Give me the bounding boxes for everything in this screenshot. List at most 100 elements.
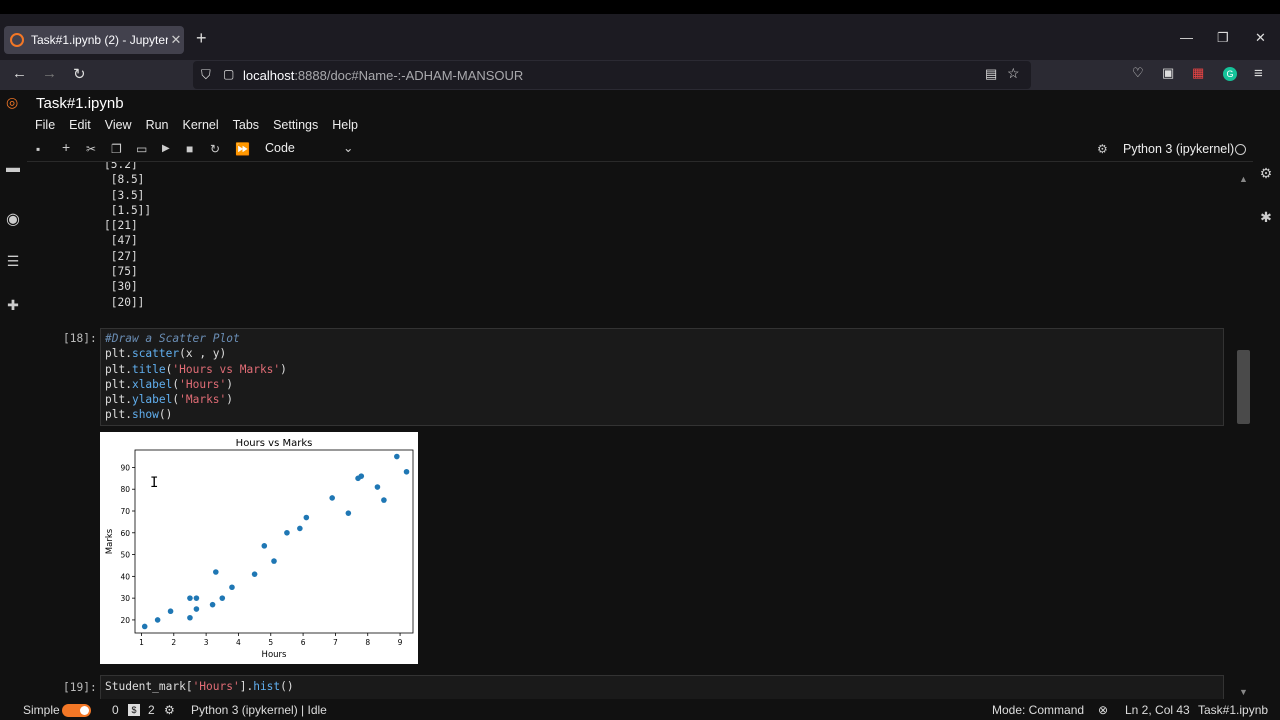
insert-cell-icon[interactable]: + bbox=[62, 139, 70, 155]
kernel-status-text[interactable]: Python 3 (ipykernel) | Idle bbox=[191, 703, 327, 717]
cell-prompt: [18]: bbox=[63, 332, 97, 345]
cell-output-text: [5.2] [8.5] [3.5] [1.5]] [[21] [47] [27]… bbox=[104, 162, 152, 309]
menu-view[interactable]: View bbox=[105, 118, 132, 132]
code-token: () bbox=[158, 408, 173, 422]
forward-icon[interactable]: → bbox=[42, 65, 57, 82]
jupyter-header: ◎ Task#1.ipynb File Edit View Run Kernel Tabs… bbox=[0, 90, 1280, 137]
data-point bbox=[358, 473, 365, 479]
back-icon[interactable]: ← bbox=[12, 65, 27, 82]
restart-icon[interactable]: ↻ bbox=[210, 142, 220, 156]
grammarly-icon[interactable]: G bbox=[1223, 67, 1237, 81]
code-token: plt. bbox=[105, 393, 132, 407]
reader-view-icon[interactable]: ▤ bbox=[985, 66, 997, 82]
scroll-up-icon[interactable]: ▲ bbox=[1239, 174, 1248, 184]
data-point bbox=[329, 495, 335, 501]
folder-icon[interactable]: ▬ bbox=[5, 159, 21, 175]
scatter-chart: Hours vs Marks Hours Marks 1 2 3 4 5 6 7 8 9 20 30 40 5… bbox=[105, 438, 414, 660]
running-kernels-icon[interactable]: ◉ bbox=[5, 209, 21, 228]
close-window-icon[interactable]: ✕ bbox=[1255, 30, 1266, 46]
lsp-status-icon[interactable]: ⊗ bbox=[1098, 703, 1108, 717]
addon-icon[interactable]: ▦ bbox=[1192, 65, 1204, 81]
code-token: ylabel bbox=[131, 393, 173, 407]
menu-run[interactable]: Run bbox=[146, 118, 169, 132]
data-point bbox=[261, 543, 268, 549]
code-cell[interactable]: #Draw a Scatter Plot plt.scatter(x , y) pl… bbox=[100, 328, 1224, 426]
scroll-down-icon[interactable]: ▼ bbox=[1239, 687, 1248, 697]
property-inspector-icon[interactable]: ⚙ bbox=[1258, 165, 1274, 181]
run-icon[interactable]: ▶ bbox=[162, 143, 170, 154]
reload-icon[interactable]: ↻ bbox=[73, 65, 86, 83]
jupyter-logo-icon[interactable]: ◎ bbox=[6, 94, 20, 112]
notebook-title: Task#1.ipynb bbox=[36, 95, 124, 112]
pocket-icon[interactable]: ♡ bbox=[1132, 65, 1144, 81]
data-point bbox=[219, 595, 226, 601]
paste-icon[interactable]: ▭ bbox=[136, 142, 147, 156]
code-line: #Draw a Scatter Plot bbox=[101, 331, 1223, 346]
code-token: ]. bbox=[239, 680, 254, 693]
code-token: title bbox=[131, 362, 166, 376]
y-tick-label: 90 bbox=[120, 463, 130, 472]
new-tab-icon[interactable]: + bbox=[196, 28, 207, 49]
menu-settings[interactable]: Settings bbox=[273, 118, 318, 132]
text-cursor-icon: I bbox=[150, 475, 159, 491]
status-bar: Simple 0 $ 2 ⚙ Python 3 (ipykernel) | Id… bbox=[0, 699, 1280, 720]
browser-window: Task#1.ipynb (2) - JupyterLab ✕ + — ❐ ✕ … bbox=[0, 14, 1280, 720]
address-bar[interactable]: ⛉ ▢ localhost :8888/doc#Name-:-ADHAM-MAN… bbox=[193, 61, 1031, 89]
data-point bbox=[213, 569, 219, 575]
code-cell[interactable]: Student_mark['Hours'].hist() bbox=[100, 675, 1224, 699]
kernel-settings-icon[interactable]: ⚙ bbox=[1097, 142, 1108, 156]
copy-icon[interactable]: ❐ bbox=[111, 142, 122, 156]
simple-mode-toggle[interactable] bbox=[62, 704, 91, 717]
browser-tab[interactable]: Task#1.ipynb (2) - JupyterLab ✕ bbox=[4, 26, 184, 54]
data-point bbox=[187, 595, 193, 601]
save-icon[interactable]: ▪ bbox=[36, 142, 40, 156]
code-token: 'Hours' bbox=[192, 680, 240, 693]
data-point bbox=[251, 571, 258, 577]
code-token: 'Hours vs Marks' bbox=[172, 362, 281, 376]
data-point bbox=[167, 608, 174, 615]
x-tick-label: 9 bbox=[398, 638, 403, 647]
menu-help[interactable]: Help bbox=[332, 118, 358, 132]
menu-icon[interactable]: ≡ bbox=[1254, 65, 1263, 82]
data-point bbox=[374, 484, 381, 490]
extension-manager-icon[interactable]: ✚ bbox=[5, 297, 21, 313]
notebook-area: [5.2] [8.5] [3.5] [1.5]] [[21] [47] [27]… bbox=[27, 162, 1253, 699]
close-tab-icon[interactable]: ✕ bbox=[168, 32, 184, 48]
menu-file[interactable]: File bbox=[35, 118, 55, 132]
minimize-icon[interactable]: — bbox=[1180, 30, 1193, 45]
mode-indicator[interactable]: Mode: Command bbox=[992, 703, 1084, 717]
x-tick-label: 3 bbox=[204, 638, 209, 647]
table-of-contents-icon[interactable]: ☰ bbox=[5, 253, 21, 269]
menu-bar: File Edit View Run Kernel Tabs Settings Help bbox=[35, 118, 372, 132]
x-tick-label: 8 bbox=[365, 638, 370, 647]
kernels-count: 2 bbox=[148, 703, 155, 717]
menu-kernel[interactable]: Kernel bbox=[183, 118, 219, 132]
terminals-count: 0 bbox=[112, 703, 119, 717]
tab-strip: Task#1.ipynb (2) - JupyterLab ✕ + — ❐ ✕ bbox=[0, 14, 1280, 64]
cursor-position[interactable]: Ln 2, Col 43 bbox=[1125, 703, 1190, 717]
kernel-icon[interactable]: ⚙ bbox=[164, 703, 175, 717]
x-tick-label: 6 bbox=[301, 638, 306, 647]
code-token: ) bbox=[226, 377, 234, 391]
cut-icon[interactable]: ✂ bbox=[86, 142, 96, 156]
shield-icon[interactable]: ⛉ bbox=[201, 67, 211, 83]
code-line: plt.ylabel('Marks') bbox=[101, 392, 1223, 407]
debugger-icon[interactable]: ✱ bbox=[1258, 209, 1274, 225]
menu-edit[interactable]: Edit bbox=[69, 118, 91, 132]
interrupt-icon[interactable]: ■ bbox=[186, 142, 193, 156]
kernel-name[interactable]: Python 3 (ipykernel) bbox=[1123, 142, 1234, 156]
restore-icon[interactable]: ❐ bbox=[1217, 30, 1229, 46]
restart-run-all-icon[interactable]: ⏩ bbox=[235, 142, 250, 156]
navigation-bar: ← → ↻ ⛉ ▢ localhost :8888/doc#Name-:-ADH… bbox=[0, 60, 1280, 90]
bookmark-star-icon[interactable]: ☆ bbox=[1007, 65, 1020, 82]
menu-tabs[interactable]: Tabs bbox=[233, 118, 259, 132]
code-token: show bbox=[131, 408, 159, 422]
url-host: localhost bbox=[243, 67, 295, 83]
extensions-icon[interactable]: ▣ bbox=[1162, 65, 1174, 81]
terminal-icon[interactable]: $ bbox=[128, 704, 140, 716]
scrollbar-thumb[interactable] bbox=[1237, 350, 1250, 424]
y-tick-label: 80 bbox=[120, 485, 130, 494]
cell-type-select[interactable]: Code ⌄ bbox=[265, 141, 355, 155]
page-info-icon[interactable]: ▢ bbox=[223, 67, 234, 81]
data-point bbox=[193, 595, 200, 601]
